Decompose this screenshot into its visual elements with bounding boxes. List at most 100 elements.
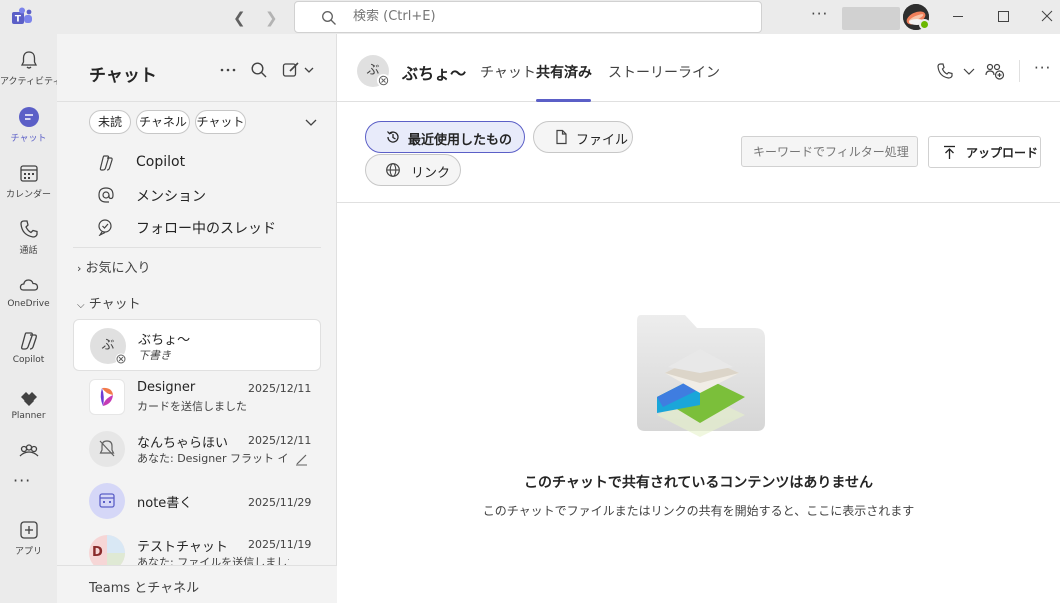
- more-options-icon[interactable]: ···: [1034, 59, 1051, 77]
- section-chats[interactable]: ⌵ チャット: [77, 293, 141, 312]
- cloud-icon: [19, 279, 38, 291]
- search-input[interactable]: [353, 9, 733, 24]
- footer-label: Teams とチャネル: [89, 581, 200, 596]
- title-bar: T ❮ ❯ ···: [0, 0, 1060, 34]
- muted-bell-icon: [99, 440, 115, 457]
- svg-text:T: T: [15, 15, 22, 25]
- teams-logo-icon[interactable]: T: [11, 7, 33, 27]
- nav-label: Copilot: [136, 154, 186, 170]
- app-add-apps[interactable]: アプリ: [0, 519, 57, 571]
- nav-followed-threads[interactable]: フォロー中のスレッド: [97, 215, 297, 239]
- avatar: [89, 483, 125, 519]
- chat-name: note書く: [137, 496, 193, 511]
- filter-files[interactable]: ファイル: [533, 121, 633, 153]
- chevron-down-icon: ⌵: [77, 300, 85, 311]
- nav-mentions[interactable]: メンション: [97, 183, 297, 207]
- filter-links[interactable]: リンク: [365, 154, 461, 186]
- tenant-placeholder[interactable]: [842, 7, 900, 30]
- forward-icon[interactable]: ❯: [265, 9, 278, 27]
- chat-name: なんちゃらほい: [137, 436, 229, 451]
- tab-chat[interactable]: チャット: [480, 62, 536, 82]
- chat-item-bucho[interactable]: ぶ ぶちょ〜 下書き: [73, 319, 321, 371]
- chat-date: 2025/12/11: [248, 382, 312, 395]
- divider: [1019, 60, 1020, 82]
- pill-label: ファイル: [576, 133, 629, 148]
- section-label: チャット: [88, 297, 141, 312]
- chat-preview: 下書き: [138, 349, 171, 362]
- teams-and-channels[interactable]: Teams とチャネル: [57, 565, 337, 603]
- thread-icon: [98, 219, 112, 236]
- tab-shared[interactable]: 共有済み: [536, 62, 592, 82]
- filter-recent[interactable]: 最近使用したもの: [365, 121, 525, 153]
- add-apps-icon: [19, 521, 38, 539]
- app-label: 通話: [19, 246, 38, 256]
- app-calendar[interactable]: カレンダー: [0, 162, 57, 214]
- pane-title: チャット: [89, 66, 157, 86]
- avatar-initial: D: [92, 545, 103, 560]
- filter-channel[interactable]: チャネル: [136, 110, 190, 134]
- close-icon[interactable]: [1037, 6, 1057, 26]
- nav-label: メンション: [136, 189, 206, 205]
- chat-item-nanchara[interactable]: なんちゃらほい あなた: Designer フラット イラ... 2025/12…: [73, 423, 321, 475]
- phone-icon: [19, 220, 38, 238]
- app-activity[interactable]: アクティビティ: [0, 49, 61, 101]
- chat-item-note[interactable]: note書く 2025/11/29: [73, 475, 321, 527]
- chat-list-pane: チャット 未読 チャネル チャット Copilot メンション フォロー中のスレ…: [57, 34, 337, 603]
- section-favorites[interactable]: › お気に入り: [77, 257, 151, 276]
- app-onedrive[interactable]: OneDrive: [0, 274, 57, 326]
- app-planner[interactable]: Planner: [0, 386, 57, 438]
- filter-chat[interactable]: チャット: [195, 110, 246, 134]
- minimize-icon[interactable]: [948, 6, 968, 26]
- chat-item-test[interactable]: D テストチャット あなた: ファイルを送信しました 2025/11/19: [73, 527, 321, 565]
- calendar-icon: [19, 165, 38, 182]
- more-options-icon[interactable]: [219, 61, 237, 79]
- chat-preview: カードを送信しました: [137, 400, 247, 413]
- chat-name: テストチャット: [137, 540, 228, 555]
- empty-folder-illustration: [637, 315, 765, 437]
- phone-icon[interactable]: [936, 62, 954, 80]
- search-icon[interactable]: [250, 61, 268, 79]
- history-icon: [387, 131, 399, 143]
- chevron-down-icon[interactable]: [304, 116, 318, 130]
- new-chat-icon[interactable]: [282, 61, 318, 79]
- upload-button[interactable]: アップロード: [928, 136, 1041, 168]
- app-label: OneDrive: [7, 299, 50, 309]
- copilot-icon: [99, 155, 113, 171]
- chat-name: ぶちょ〜: [138, 333, 191, 348]
- chevron-down-icon[interactable]: [962, 62, 976, 80]
- chat-name: Designer: [137, 380, 196, 395]
- back-icon[interactable]: ❮: [233, 9, 246, 27]
- search-box[interactable]: [294, 1, 762, 33]
- app-calls[interactable]: 通話: [0, 218, 57, 270]
- add-people-icon[interactable]: [985, 62, 1005, 80]
- pill-label: 最近使用したもの: [408, 133, 513, 148]
- app-copilot[interactable]: Copilot: [0, 330, 57, 382]
- empty-state-title: このチャットで共有されているコンテンツはありません: [523, 475, 874, 491]
- filter-unread[interactable]: 未読: [89, 110, 131, 134]
- tab-storyline[interactable]: ストーリーライン: [608, 62, 720, 82]
- chat-date: 2025/11/19: [248, 538, 312, 551]
- main-pane: ぶ ぶちょ〜 チャット 共有済み ストーリーライン ··· 最近使用したもの フ…: [337, 34, 1060, 603]
- nav-copilot[interactable]: Copilot: [97, 151, 297, 175]
- nav-label: フォロー中のスレッド: [136, 221, 276, 237]
- app-chat[interactable]: チャット: [0, 106, 57, 158]
- app-community[interactable]: [0, 440, 57, 466]
- globe-icon: [386, 163, 400, 177]
- divider: [57, 101, 337, 102]
- more-apps-icon[interactable]: ···: [13, 471, 31, 490]
- app-label: カレンダー: [5, 190, 51, 200]
- chat-preview: あなた: Designer フラット イラ...: [137, 452, 289, 465]
- active-tab-indicator: [536, 99, 591, 102]
- more-options-icon[interactable]: ···: [811, 5, 828, 23]
- chat-preview: あなた: ファイルを送信しました: [137, 556, 289, 565]
- at-icon: [98, 187, 114, 203]
- draft-pencil-icon: [296, 454, 307, 466]
- chat-icon: [18, 107, 39, 127]
- people-icon: [19, 444, 38, 457]
- keyword-filter-input[interactable]: [741, 136, 918, 167]
- app-label: Copilot: [12, 355, 45, 365]
- chat-item-designer[interactable]: Designer カードを送信しました 2025/12/11: [73, 371, 321, 423]
- maximize-icon[interactable]: [993, 6, 1013, 26]
- app-label: アプリ: [14, 547, 42, 557]
- divider: [73, 247, 321, 248]
